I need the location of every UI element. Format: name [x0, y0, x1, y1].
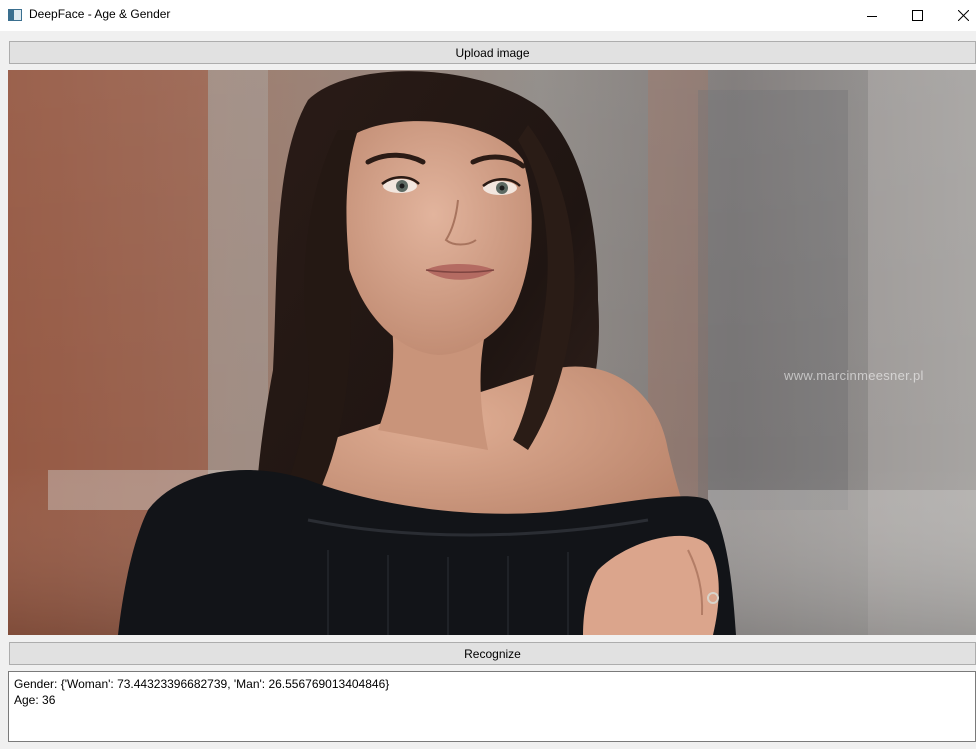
gender-result: Gender: {'Woman': 73.44323396682739, 'Ma… [14, 677, 390, 691]
close-icon [957, 10, 969, 21]
result-text-area[interactable]: Gender: {'Woman': 73.44323396682739, 'Ma… [8, 671, 976, 742]
minimize-icon [867, 15, 877, 17]
window-title: DeepFace - Age & Gender [29, 7, 171, 21]
app-icon [8, 9, 22, 21]
app-window: DeepFace - Age & Gender Upload image www… [0, 0, 976, 749]
upload-image-button[interactable]: Upload image [9, 41, 976, 64]
image-watermark: www.marcinmeesner.pl [784, 368, 924, 383]
maximize-icon [911, 10, 923, 21]
title-bar: DeepFace - Age & Gender [0, 0, 976, 31]
maximize-button[interactable] [894, 0, 940, 31]
close-button[interactable] [940, 0, 976, 31]
image-preview: www.marcinmeesner.pl [8, 70, 976, 635]
age-result: Age: 36 [14, 693, 56, 707]
minimize-button[interactable] [849, 0, 895, 31]
portrait-photo [8, 70, 976, 635]
recognize-button[interactable]: Recognize [9, 642, 976, 665]
